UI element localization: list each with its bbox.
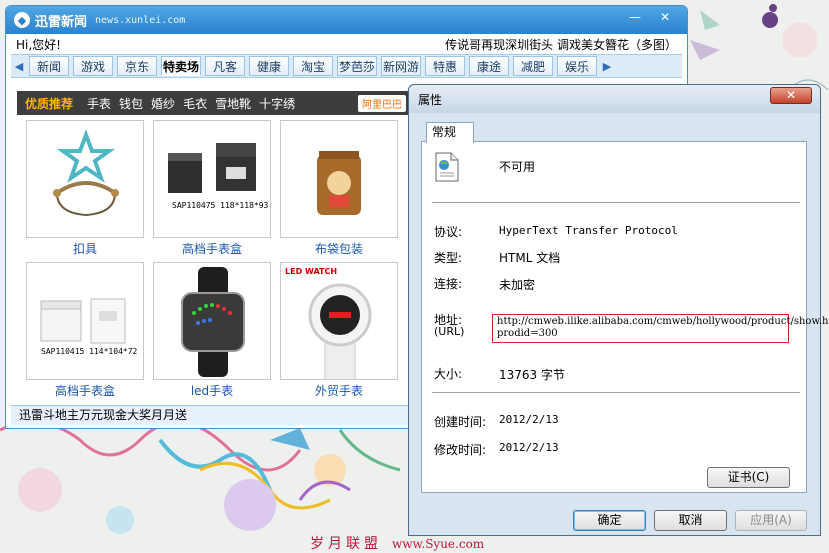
apply-button[interactable]: 应用(A) — [735, 510, 807, 531]
tab-general[interactable]: 常规 — [426, 122, 474, 143]
tab-scroll-left-icon[interactable]: ◀ — [11, 56, 27, 76]
promo-category[interactable]: 手表 — [87, 95, 111, 112]
modified-value: 2012/2/13 — [499, 441, 559, 454]
tab-item[interactable]: 新闻 — [29, 56, 69, 76]
tab-item[interactable]: 京东 — [117, 56, 157, 76]
tab-item[interactable]: 新网游 — [381, 56, 421, 76]
product-image[interactable]: SAP110415 114*104*72 — [26, 262, 144, 380]
watermark-footer: 岁月联盟 www.Syue.com — [310, 533, 484, 553]
product-item[interactable]: SAP110475 118*118*93 高档手表盒 — [153, 120, 271, 257]
tab-item[interactable]: 娱乐 — [557, 56, 597, 76]
promo-bar: 优质推荐 手表 钱包 婚纱 毛衣 雪地靴 十字绣 阿里巴巴 — [17, 91, 412, 115]
tab-item[interactable]: 凡客 — [205, 56, 245, 76]
greeting-text: Hi,您好! — [16, 37, 61, 52]
tab-item[interactable]: 淘宝 — [293, 56, 333, 76]
product-image[interactable]: SAP110475 118*118*93 — [153, 120, 271, 238]
close-icon[interactable]: ✕ — [770, 87, 812, 104]
product-caption[interactable]: 外贸手表 — [280, 382, 398, 399]
promo-category[interactable]: 钱包 — [119, 95, 143, 112]
product-caption[interactable]: 布袋包装 — [280, 240, 398, 257]
watermark-text: 岁月联盟 — [310, 536, 382, 552]
watch-box-image — [40, 298, 126, 344]
tab-scroll-right-icon[interactable]: ▶ — [599, 56, 615, 76]
tab-item[interactable]: 康途 — [469, 56, 509, 76]
ok-button[interactable]: 确定 — [573, 510, 646, 531]
product-image-label: SAP110475 118*118*93 — [172, 201, 269, 210]
product-item[interactable]: SAP110415 114*104*72 高档手表盒 — [26, 262, 144, 399]
led-watch-image — [181, 267, 245, 377]
created-value: 2012/2/13 — [499, 413, 559, 426]
xunlei-logo-icon: ◆ — [14, 12, 30, 28]
promo-category[interactable]: 雪地靴 — [215, 95, 251, 112]
product-caption[interactable]: 扣具 — [26, 240, 144, 257]
product-item[interactable]: led手表 — [153, 262, 271, 399]
address-value[interactable]: http://cmweb.ilike.alibaba.com/cmweb/hol… — [492, 314, 829, 343]
size-value: 13763 字节 — [499, 368, 565, 382]
tab-item[interactable]: 健康 — [249, 56, 289, 76]
protocol-value: HyperText Transfer Protocol — [499, 224, 678, 237]
news-url: news.xunlei.com — [95, 14, 186, 26]
promo-title: 优质推荐 — [25, 96, 74, 111]
tab-item[interactable]: 特惠 — [425, 56, 465, 76]
protocol-label: 协议: — [434, 225, 463, 239]
promo-category[interactable]: 婚纱 — [151, 95, 175, 112]
promo-category[interactable]: 十字绣 — [259, 95, 295, 112]
product-caption[interactable]: 高档手表盒 — [153, 240, 271, 257]
size-label: 大小: — [434, 367, 463, 381]
news-title-bar: ◆ 迅雷新闻 news.xunlei.com — [6, 6, 687, 34]
alibaba-logo[interactable]: 阿里巴巴 — [358, 94, 406, 112]
promo-category[interactable]: 毛衣 — [183, 95, 207, 112]
product-grid: 扣具 SAP110475 118*118*93 高档手表盒 布袋包装 SAP11… — [26, 120, 411, 402]
news-app-title: 迅雷新闻 — [35, 14, 88, 30]
product-image-label: SAP110415 114*104*72 — [41, 347, 138, 356]
category-tab-bar: ◀ 新闻 游戏 京东 特卖场 凡客 健康 淘宝 梦芭莎 新网游 特惠 康途 减肥… — [11, 54, 682, 78]
connection-label: 连接: — [434, 277, 463, 291]
name-value: 不可用 — [499, 160, 536, 174]
connection-value: 未加密 — [499, 278, 536, 292]
type-value: HTML 文档 — [499, 251, 561, 265]
tab-item[interactable]: 游戏 — [73, 56, 113, 76]
close-icon[interactable]: ✕ — [652, 10, 678, 26]
product-image[interactable] — [280, 120, 398, 238]
product-image[interactable]: LED WATCH — [280, 262, 398, 380]
dialog-title: 属性 — [409, 85, 820, 113]
headline-link[interactable]: 传说哥再现深圳街头 调戏美女簪花（多图） — [445, 36, 677, 53]
greeting-row: Hi,您好! 传说哥再现深圳街头 调戏美女簪花（多图） — [6, 34, 687, 54]
clasp-image — [53, 129, 119, 217]
divider — [432, 392, 800, 393]
certificate-button[interactable]: 证书(C) — [707, 467, 790, 488]
minimize-icon[interactable]: — — [622, 10, 648, 26]
modified-label: 修改时间: — [434, 443, 487, 457]
export-watch-image — [308, 283, 372, 379]
product-item[interactable]: LED WATCH 外贸手表 — [280, 262, 398, 399]
cancel-button[interactable]: 取消 — [654, 510, 727, 531]
tab-item[interactable]: 减肥 — [513, 56, 553, 76]
product-item[interactable]: 扣具 — [26, 120, 144, 257]
cloth-bag-image — [317, 151, 361, 215]
watch-box-image — [168, 143, 256, 193]
divider — [432, 202, 800, 203]
news-bottom-ticker[interactable]: 迅雷斗地主万元现金大奖月月送 — [11, 405, 409, 425]
product-image-label: LED WATCH — [285, 267, 338, 276]
properties-dialog: 属性 ✕ 常规 不可用 协议: HyperText Transfer Proto… — [408, 84, 829, 536]
product-image[interactable] — [26, 120, 144, 238]
product-image[interactable] — [153, 262, 271, 380]
product-caption[interactable]: led手表 — [153, 382, 271, 399]
product-caption[interactable]: 高档手表盒 — [26, 382, 144, 399]
tab-item[interactable]: 梦芭莎 — [337, 56, 377, 76]
html-file-icon — [435, 152, 459, 182]
watermark-url: www.Syue.com — [392, 537, 485, 551]
created-label: 创建时间: — [434, 415, 487, 429]
address-url-label: (URL) — [434, 325, 465, 338]
general-panel: 不可用 协议: HyperText Transfer Protocol 类型: … — [421, 141, 829, 493]
tab-item-active[interactable]: 特卖场 — [161, 56, 201, 76]
type-label: 类型: — [434, 251, 463, 265]
product-item[interactable]: 布袋包装 — [280, 120, 398, 257]
